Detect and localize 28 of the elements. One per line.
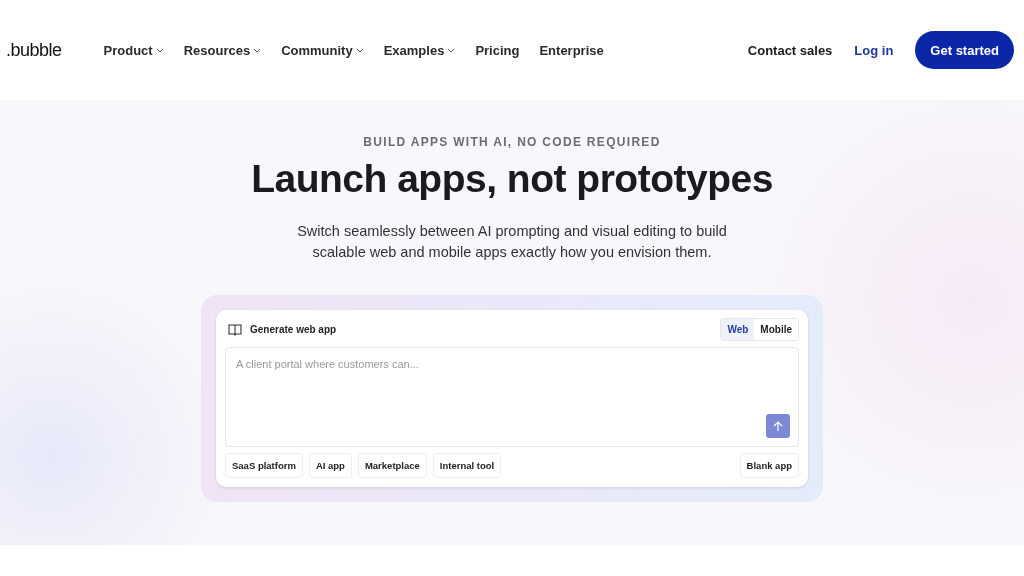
get-started-button[interactable]: Get started [915,31,1014,69]
prompt-field[interactable]: A client portal where customers can... [225,347,799,447]
nav-link[interactable]: Pricing [475,42,520,58]
suggestion-chip[interactable]: AI app [308,453,352,478]
book-icon [228,323,242,336]
nav-link[interactable]: Product [103,42,164,58]
suggestion-chip[interactable]: Marketplace [357,453,427,478]
chevron-down-icon [253,47,262,53]
nav-link[interactable]: Resources [183,42,262,58]
send-button[interactable] [766,414,790,438]
hero-title: Launch apps, not prototypes [251,157,773,201]
chevron-down-icon [447,47,456,53]
suggestion-chip[interactable]: Internal tool [432,453,502,478]
nav-link[interactable]: Community [281,42,364,58]
eyebrow-text: BUILD APPS WITH AI, NO CODE REQUIRED [363,135,661,149]
chevron-down-icon [355,47,364,53]
arrow-up-icon [773,420,783,432]
hero-subtitle: Switch seamlessly between AI prompting and visual editing to build scalable web and mobile apps exactly how you envision them. [296,222,728,262]
login-link[interactable]: Log in [854,42,894,58]
nav-link[interactable]: Examples [383,42,456,58]
contact-sales-link[interactable]: Contact sales [747,42,833,58]
nav-link[interactable]: Enterprise [539,42,604,58]
mode-tab[interactable]: Web [721,319,755,340]
generator-label: Generate web app [250,324,337,335]
bubble-logo[interactable]: .bubble [6,39,62,61]
blank-app-button[interactable]: Blank app [739,453,799,478]
chevron-down-icon [155,47,164,53]
suggestion-chip[interactable]: SaaS platform [225,453,303,478]
